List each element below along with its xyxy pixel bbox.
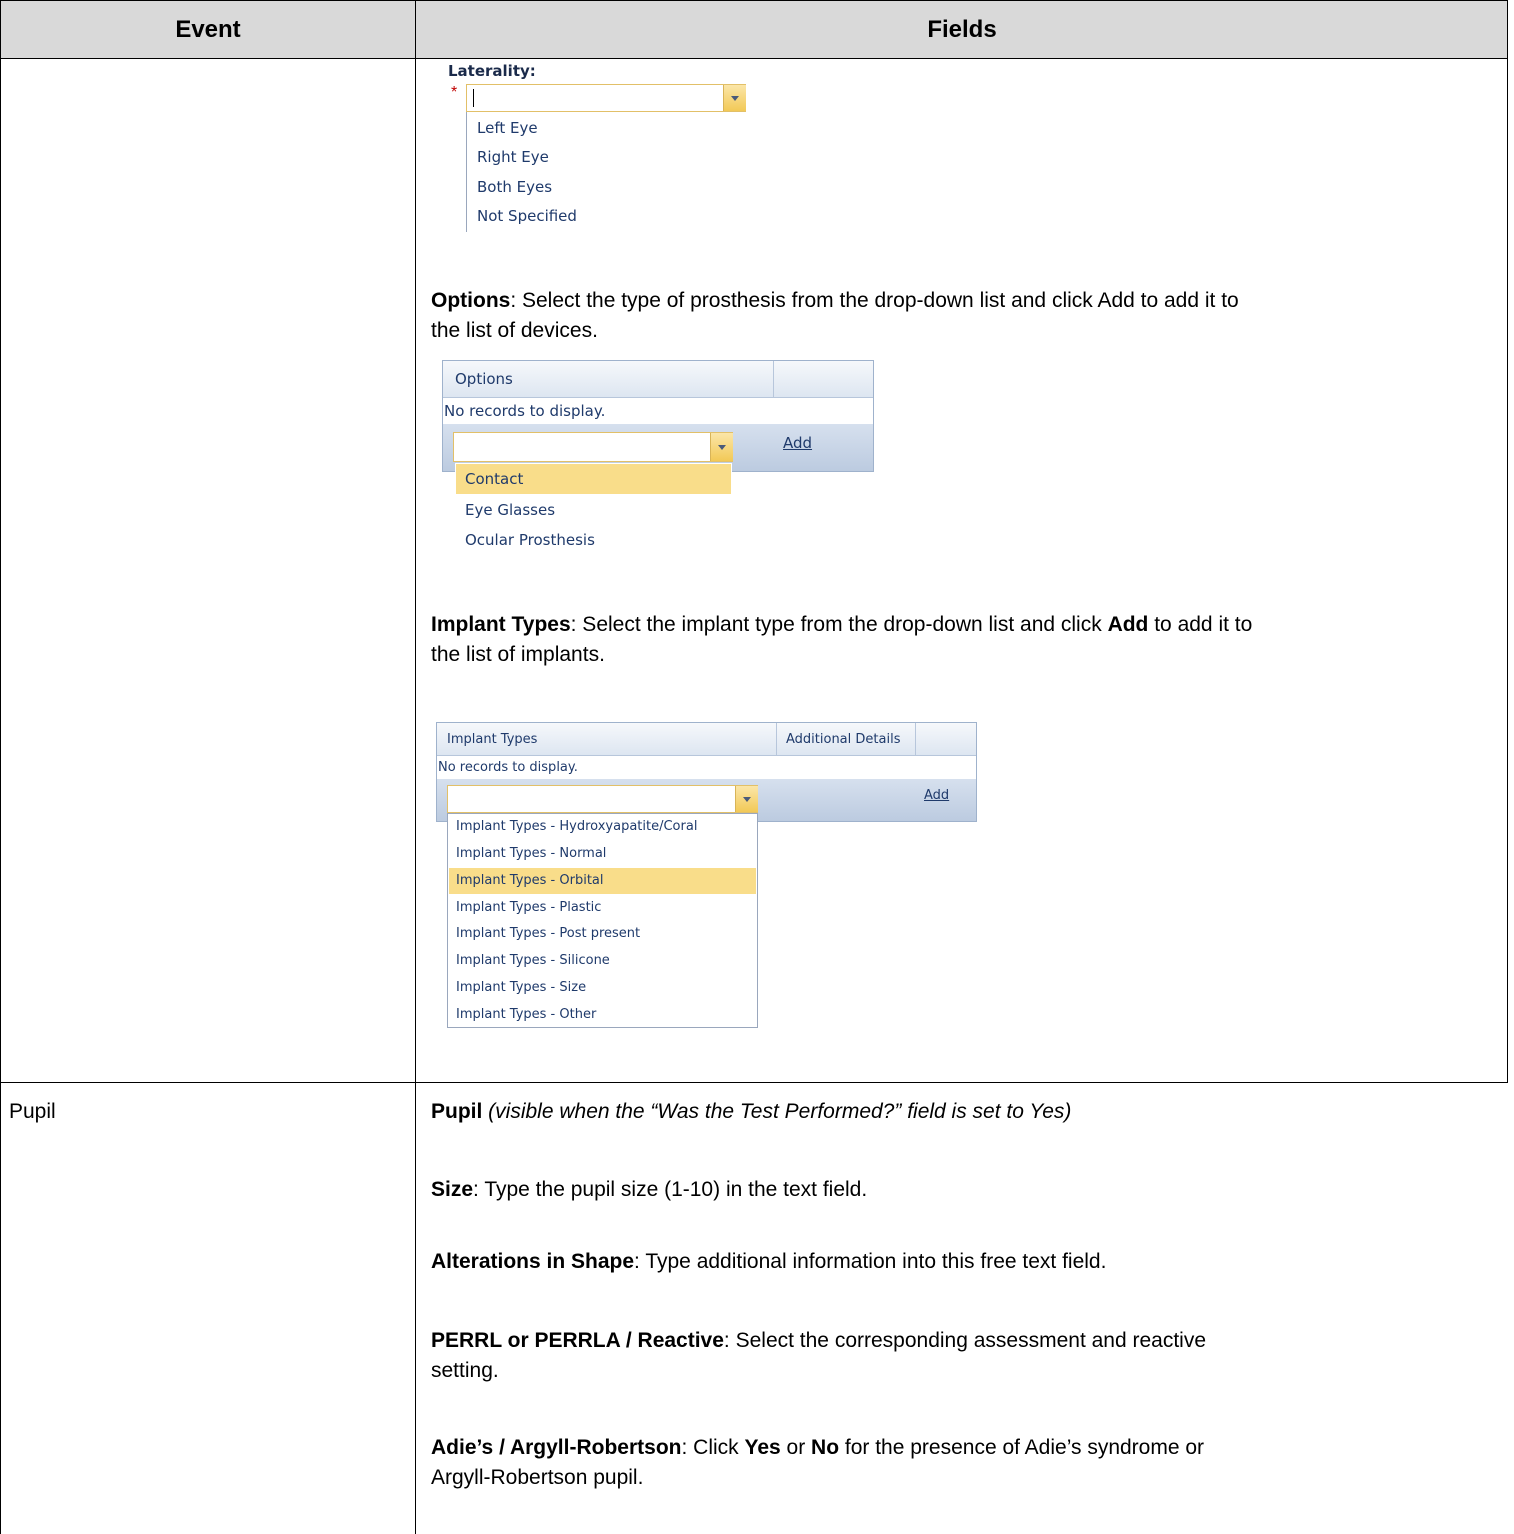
implant-item-plastic[interactable]: Implant Types - Plastic [456, 900, 601, 915]
laterality-option-left-eye[interactable]: Left Eye [477, 119, 538, 137]
options-grid-header-divider [773, 361, 774, 397]
options-column-header[interactable]: Options [455, 370, 513, 388]
header-divider [0, 58, 1508, 59]
header-fields: Fields [927, 16, 997, 43]
options-item-eye-glasses[interactable]: Eye Glasses [465, 501, 555, 519]
implant-grid-header-divider-1 [776, 723, 777, 755]
implant-paragraph-line1: Implant Types: Select the implant type f… [431, 613, 1253, 636]
alterations-in-shape-field: Alterations in Shape: Type additional in… [431, 1250, 1107, 1273]
laterality-label: Laterality: [448, 62, 536, 80]
laterality-combobox[interactable] [466, 84, 746, 112]
implant-term: Implant Types [431, 613, 571, 636]
implant-dropdown-arrow[interactable] [735, 786, 758, 812]
implant-paragraph-line2: the list of implants. [431, 643, 605, 666]
perrl-field-line1: PERRL or PERRLA / Reactive: Select the c… [431, 1329, 1207, 1352]
implant-grid-header-divider-2 [915, 723, 916, 755]
implant-item-other[interactable]: Implant Types - Other [456, 1007, 596, 1022]
laterality-option-right-eye[interactable]: Right Eye [477, 148, 549, 166]
column-divider [415, 0, 416, 1534]
adie-field-line2: Argyll-Robertson pupil. [431, 1466, 644, 1489]
laterality-option-both-eyes[interactable]: Both Eyes [477, 178, 552, 196]
options-paragraph-line2: the list of devices. [431, 319, 598, 342]
options-add-link[interactable]: Add [783, 434, 812, 452]
text-caret [473, 89, 474, 107]
laterality-option-not-specified[interactable]: Not Specified [477, 207, 577, 225]
row-divider [0, 1082, 1508, 1083]
additional-details-column-header[interactable]: Additional Details [786, 732, 900, 747]
table-border-right [1507, 0, 1508, 1082]
options-item-ocular-prosthesis[interactable]: Ocular Prosthesis [465, 531, 595, 549]
implant-dropdown-items: Implant Types - Hydroxyapatite/Coral Imp… [447, 813, 758, 1028]
header-event: Event [175, 16, 241, 43]
pupil-title: Pupil (visible when the “Was the Test Pe… [431, 1100, 1072, 1123]
required-marker: * [451, 84, 458, 101]
event-pupil: Pupil [9, 1100, 56, 1123]
options-empty-text: No records to display. [444, 402, 606, 420]
table-border-left [0, 0, 1, 1534]
implant-add-link[interactable]: Add [924, 788, 949, 803]
pupil-size-field: Size: Type the pupil size (1-10) in the … [431, 1178, 868, 1201]
implant-item-normal[interactable]: Implant Types - Normal [456, 846, 606, 861]
implant-item-post-present[interactable]: Implant Types - Post present [456, 926, 640, 941]
laterality-dropdown-list [466, 112, 467, 232]
perrl-field-line2: setting. [431, 1359, 499, 1382]
implant-item-size[interactable]: Implant Types - Size [456, 980, 586, 995]
options-paragraph-line1: Options: Select the type of prosthesis f… [431, 289, 1239, 312]
table-border-top [0, 0, 1508, 1]
laterality-dropdown-arrow[interactable] [723, 85, 746, 111]
options-dropdown-arrow[interactable] [710, 433, 733, 461]
implant-combobox[interactable] [447, 785, 758, 813]
options-item-contact[interactable]: Contact [465, 470, 523, 488]
adie-field-line1: Adie’s / Argyll-Robertson: Click Yes or … [431, 1436, 1205, 1459]
options-combobox[interactable] [453, 432, 733, 462]
options-term: Options [431, 289, 511, 312]
implant-empty-text: No records to display. [438, 760, 578, 775]
implant-item-silicone[interactable]: Implant Types - Silicone [456, 953, 610, 968]
implant-item-hydroxyapatite-coral[interactable]: Implant Types - Hydroxyapatite/Coral [456, 819, 697, 834]
implant-item-orbital[interactable]: Implant Types - Orbital [456, 873, 604, 888]
implant-types-column-header[interactable]: Implant Types [447, 732, 537, 747]
